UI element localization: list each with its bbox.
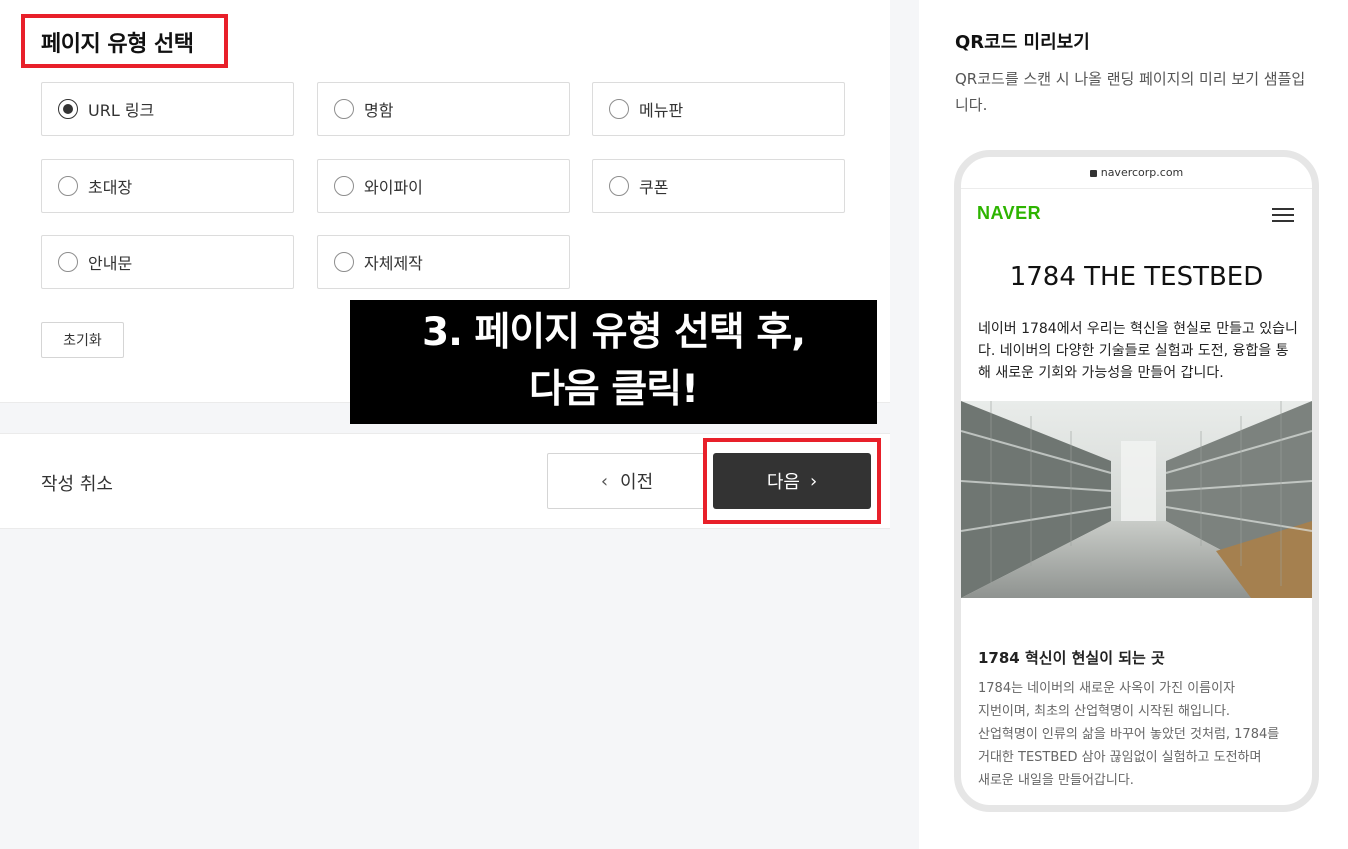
landing-body: 1784는 네이버의 새로운 사옥이 가진 이름이자 지번이며, 최초의 산업혁… [978,677,1308,792]
option-url-link[interactable]: URL 링크 [41,82,294,136]
body-line: 산업혁명이 인류의 삶을 바꾸어 놓았던 것처럼, 1784를 [978,727,1280,742]
body-line: 1784는 네이버의 새로운 사옥이 가진 이름이자 [978,681,1236,696]
chevron-right-icon: › [809,470,818,492]
landing-intro: 네이버 1784에서 우리는 혁신을 현실로 만들고 있습니다. 네이버의 다양… [978,321,1298,381]
option-label: 메뉴판 [639,101,684,120]
body-line: 지번이며, 최초의 산업혁명이 시작된 해입니다. [978,704,1231,719]
landing-subheading: 1784 혁신이 현실이 되는 곳 [978,649,1165,667]
next-button[interactable]: 다음 › [713,453,871,509]
body-line: 거대한 TESTBED 삼아 끊임없이 실험하고 도전하며 [978,750,1262,765]
building-atrium-photo [961,401,1312,598]
page-title: 페이지 유형 선택 [41,32,194,57]
lock-icon [1089,170,1097,177]
banner-line-1: 3. 페이지 유형 선택 후, [421,310,806,355]
chevron-left-icon: ‹ [600,470,609,492]
phone-preview: navercorp.com NAVER 1784 THE TESTBED 네이버… [954,150,1319,812]
next-button-label: 다음 [766,472,800,493]
option-label: URL 링크 [88,101,155,120]
option-label: 와이파이 [364,178,423,197]
banner-line-2: 다음 클릭! [529,367,699,412]
radio-button-checked[interactable] [58,99,78,119]
option-label: 안내문 [88,254,133,273]
radio-button[interactable] [609,99,629,119]
radio-button[interactable] [58,176,78,196]
radio-button[interactable] [609,176,629,196]
radio-button[interactable] [334,99,354,119]
option-business-card[interactable]: 명함 [317,82,570,136]
option-label: 초대장 [88,178,133,197]
option-menu[interactable]: 메뉴판 [592,82,845,136]
preview-description: QR코드를 스캔 시 나올 랜딩 페이지의 미리 보기 샘플입니다. [955,70,1306,114]
instruction-banner: 3. 페이지 유형 선택 후, 다음 클릭! [350,300,877,424]
radio-button[interactable] [334,252,354,272]
option-label: 명함 [364,101,394,120]
reset-button[interactable]: 초기화 [41,322,124,358]
option-label: 자체제작 [364,254,423,273]
option-notice[interactable]: 안내문 [41,235,294,289]
hamburger-menu-icon [1272,208,1294,222]
option-coupon[interactable]: 쿠폰 [592,159,845,213]
landing-heading: 1784 THE TESTBED [1009,262,1264,292]
radio-button[interactable] [334,176,354,196]
naver-logo: NAVER [977,203,1042,223]
option-label: 쿠폰 [639,178,669,197]
browser-url-bar: navercorp.com [961,157,1312,189]
cancel-link[interactable]: 작성 취소 [41,470,113,496]
radio-button[interactable] [58,252,78,272]
prev-button[interactable]: ‹ 이전 [547,453,707,509]
option-wifi[interactable]: 와이파이 [317,159,570,213]
body-line: 새로운 내일을 만들어갑니다. [978,773,1134,788]
prev-button-label: 이전 [620,472,654,493]
option-invitation[interactable]: 초대장 [41,159,294,213]
preview-title: QR코드 미리보기 [955,32,1090,53]
option-custom[interactable]: 자체제작 [317,235,570,289]
url-text: navercorp.com [1100,166,1184,179]
